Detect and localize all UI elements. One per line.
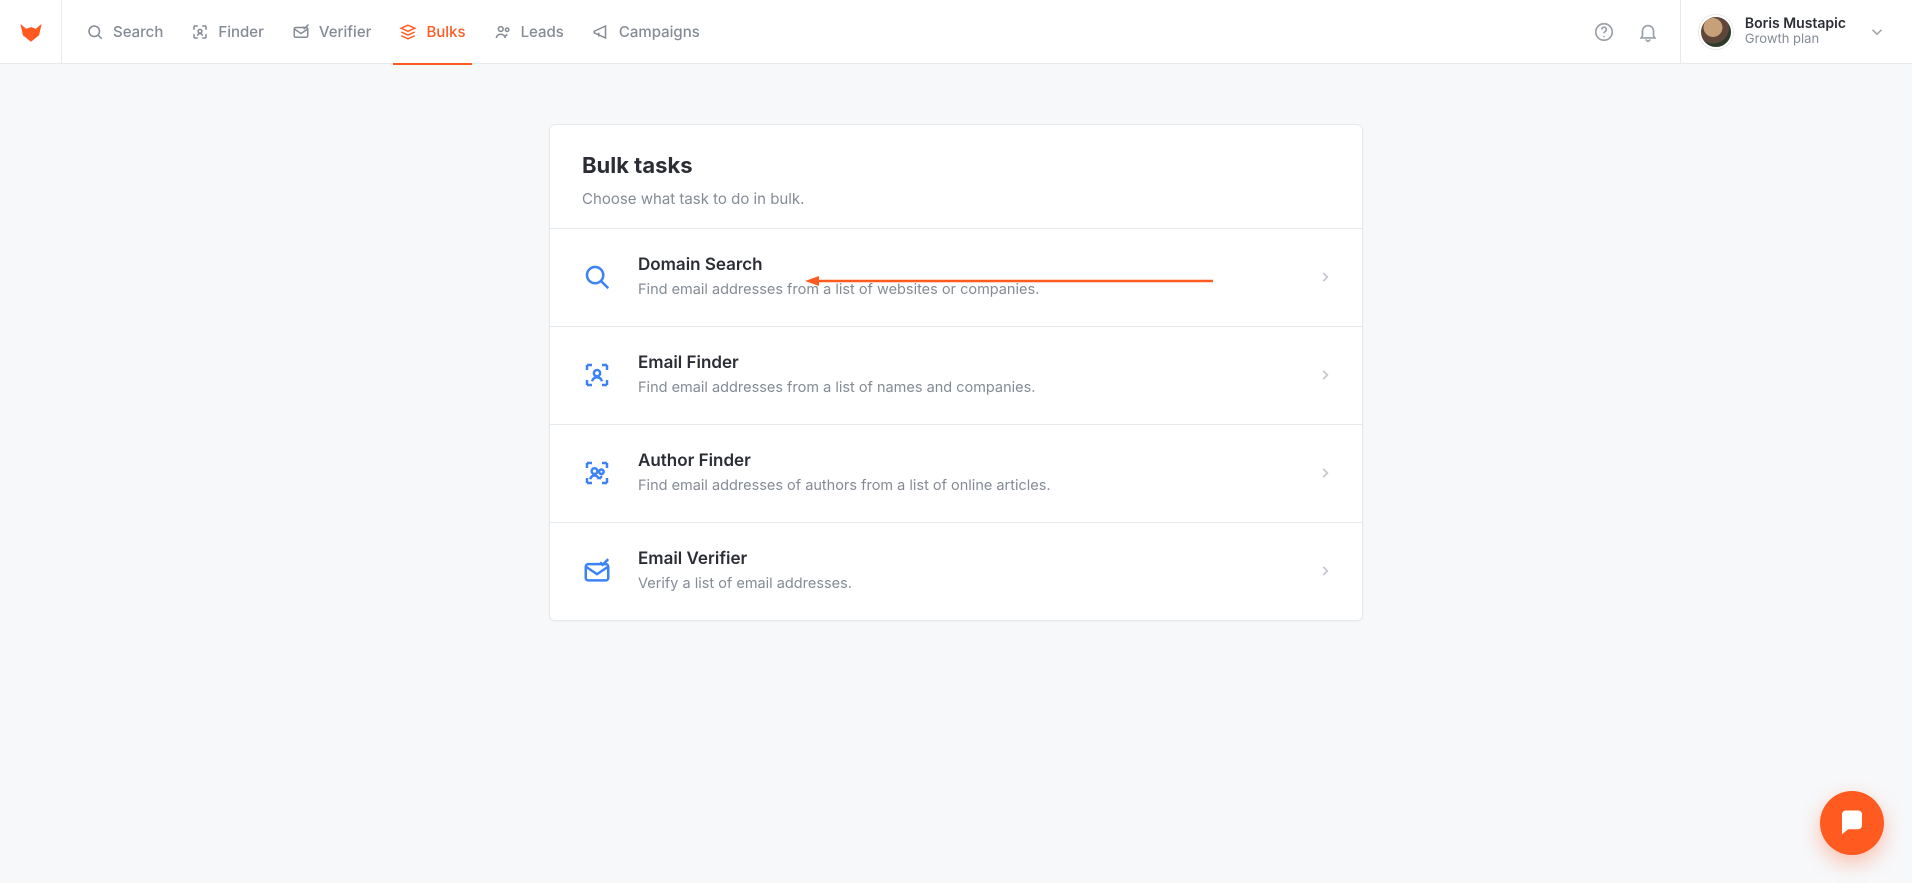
chevron-right-icon [1318, 466, 1332, 480]
page-title: Bulk tasks [582, 153, 1330, 179]
notifications-button[interactable] [1626, 10, 1670, 54]
chevron-right-icon [1318, 368, 1332, 382]
main-content: Bulk tasks Choose what task to do in bul… [0, 124, 1912, 621]
task-domain-search[interactable]: Domain Search Find email addresses from … [550, 228, 1362, 326]
task-description: Find email addresses of authors from a l… [638, 477, 1294, 494]
search-icon [580, 260, 614, 294]
nav-item-campaigns[interactable]: Campaigns [578, 0, 714, 64]
user-menu[interactable]: Boris Mustapic Growth plan [1691, 0, 1894, 64]
task-description: Find email addresses from a list of webs… [638, 281, 1294, 298]
task-description: Verify a list of email addresses. [638, 575, 1294, 592]
page-subtitle: Choose what task to do in bulk. [582, 189, 1330, 208]
help-icon [1593, 21, 1615, 43]
chat-fab[interactable] [1820, 791, 1884, 855]
nav-item-label: Leads [521, 22, 564, 41]
task-body: Email Verifier Verify a list of email ad… [638, 549, 1294, 592]
nav-item-label: Search [113, 22, 163, 41]
bell-icon [1637, 21, 1659, 43]
task-email-finder[interactable]: Email Finder Find email addresses from a… [550, 326, 1362, 424]
campaign-icon [592, 23, 610, 41]
task-title: Domain Search [638, 255, 1294, 275]
task-body: Email Finder Find email addresses from a… [638, 353, 1294, 396]
nav-item-label: Finder [218, 22, 264, 41]
mail-check-icon [580, 554, 614, 588]
nav-item-label: Verifier [319, 22, 372, 41]
vertical-divider [1680, 0, 1681, 64]
help-button[interactable] [1582, 10, 1626, 54]
chevron-right-icon [1318, 564, 1332, 578]
chat-icon [1837, 808, 1867, 838]
logo[interactable] [0, 0, 62, 64]
primary-nav: Search Finder Verifier Bulks Leads Campa… [72, 0, 714, 64]
task-description: Find email addresses from a list of name… [638, 379, 1294, 396]
nav-item-verifier[interactable]: Verifier [278, 0, 386, 64]
leads-icon [494, 23, 512, 41]
nav-item-label: Campaigns [619, 22, 700, 41]
task-body: Domain Search Find email addresses from … [638, 255, 1294, 298]
user-plan: Growth plan [1745, 32, 1846, 47]
search-icon [86, 23, 104, 41]
nav-item-bulks[interactable]: Bulks [385, 0, 479, 64]
fox-logo-icon [18, 19, 44, 45]
nav-item-leads[interactable]: Leads [480, 0, 578, 64]
card-header: Bulk tasks Choose what task to do in bul… [550, 125, 1362, 228]
nav-item-label: Bulks [426, 22, 465, 41]
user-text: Boris Mustapic Growth plan [1745, 16, 1846, 47]
chevron-down-icon [1868, 23, 1886, 41]
people-scan-icon [580, 456, 614, 490]
nav-item-search[interactable]: Search [72, 0, 177, 64]
task-title: Author Finder [638, 451, 1294, 471]
task-author-finder[interactable]: Author Finder Find email addresses of au… [550, 424, 1362, 522]
finder-icon [191, 23, 209, 41]
task-title: Email Finder [638, 353, 1294, 373]
nav-item-finder[interactable]: Finder [177, 0, 278, 64]
task-title: Email Verifier [638, 549, 1294, 569]
top-bar: Search Finder Verifier Bulks Leads Campa… [0, 0, 1912, 64]
task-email-verifier[interactable]: Email Verifier Verify a list of email ad… [550, 522, 1362, 620]
bulks-icon [399, 23, 417, 41]
user-name: Boris Mustapic [1745, 16, 1846, 32]
chevron-right-icon [1318, 270, 1332, 284]
person-scan-icon [580, 358, 614, 392]
bulk-tasks-card: Bulk tasks Choose what task to do in bul… [549, 124, 1363, 621]
avatar [1699, 15, 1733, 49]
verifier-icon [292, 23, 310, 41]
task-body: Author Finder Find email addresses of au… [638, 451, 1294, 494]
